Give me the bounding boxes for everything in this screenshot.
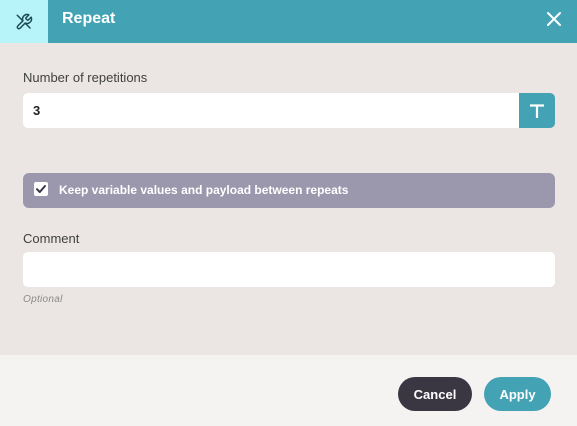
close-button[interactable] <box>545 10 563 28</box>
repeat-dialog: Repeat Number of repetitions 3 Keep vari… <box>0 0 577 426</box>
keep-values-checkbox-row[interactable]: Keep variable values and payload between… <box>23 173 555 208</box>
close-icon[interactable] <box>545 10 563 28</box>
dialog-title: Repeat <box>62 10 116 27</box>
comment-hint: Optional <box>23 294 63 305</box>
value-type-button[interactable] <box>519 93 555 128</box>
dialog-header: Repeat <box>0 0 577 43</box>
repetitions-input[interactable]: 3 <box>23 93 519 128</box>
header-icon-box <box>0 0 48 43</box>
wrench-screwdriver-icon <box>16 13 33 29</box>
text-type-icon[interactable] <box>530 103 544 118</box>
keep-values-label: Keep variable values and payload between… <box>59 183 349 197</box>
comment-input[interactable] <box>23 252 555 287</box>
checkmark-icon <box>36 185 46 193</box>
cancel-button[interactable]: Cancel <box>398 377 472 411</box>
apply-button[interactable]: Apply <box>484 377 551 411</box>
comment-label: Comment <box>23 231 80 246</box>
keep-values-checkbox[interactable] <box>34 182 48 196</box>
repetitions-label: Number of repetitions <box>23 70 148 85</box>
